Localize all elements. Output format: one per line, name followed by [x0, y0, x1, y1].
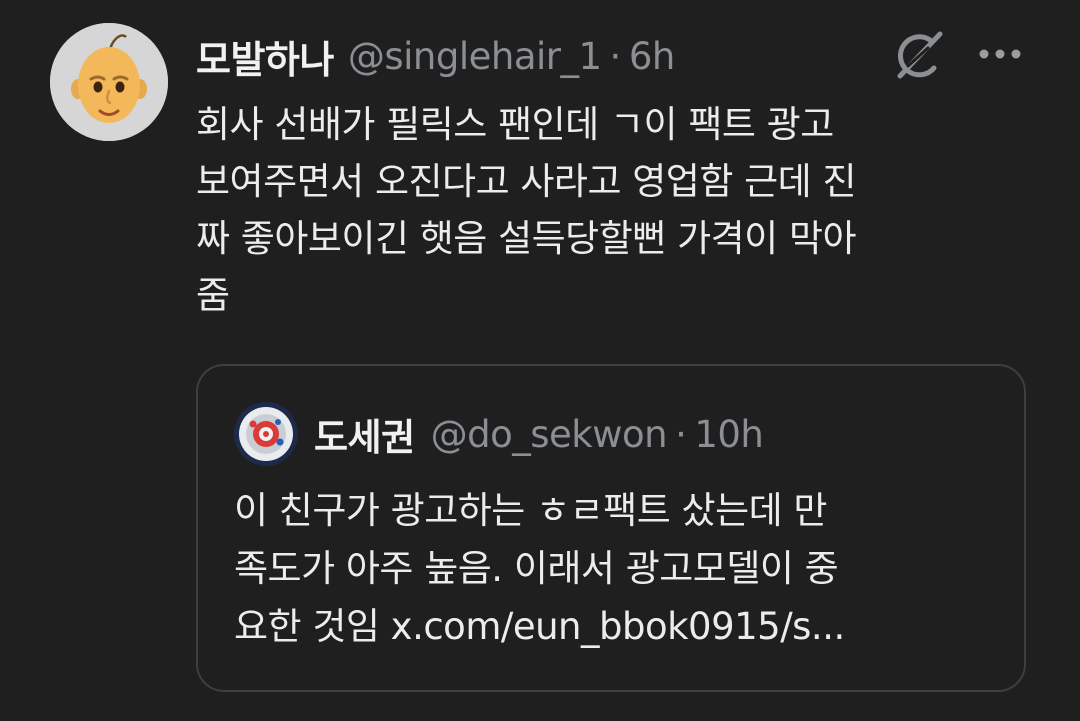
user-handle[interactable]: @singlehair_1 — [348, 35, 602, 78]
tweet-timestamp[interactable]: 6h — [629, 35, 676, 78]
quoted-tweet-timestamp[interactable]: 10h — [694, 413, 764, 456]
user-avatar[interactable] — [50, 23, 168, 141]
tweet-text-line: 회사 선배가 필릭스 팬인데 ㄱ이 팩트 광고 — [196, 103, 834, 146]
target-logo-icon — [234, 402, 298, 466]
separator-dot: · — [609, 34, 622, 78]
separator-dot: · — [675, 412, 687, 456]
quoted-display-name[interactable]: 도세권 — [314, 407, 415, 461]
tweet-body: 회사 선배가 필릭스 팬인데 ㄱ이 팩트 광고 보여주면서 오진다고 사라고 영… — [196, 96, 1056, 324]
quoted-tweet-body: 이 친구가 광고하는 ㅎㄹ팩트 샀는데 만 족도가 아주 높음. 이래서 광고모… — [234, 482, 1014, 656]
quoted-text-line: 요한 것임 x.com/eun_bbok0915/s... — [234, 605, 845, 648]
tweet-text-line: 짜 좋아보이긴 햇음 설득당할뻔 가격이 막아 — [196, 217, 857, 260]
memoji-face-icon — [50, 23, 168, 141]
tweet-text-line: 보여주면서 오진다고 사라고 영업함 근데 진 — [196, 160, 857, 203]
quoted-user-avatar[interactable] — [234, 402, 298, 466]
tweet-view: 모발하나 @singlehair_1 · 6h 회사 선배가 필릭스 팬인데 ㄱ… — [0, 0, 1080, 721]
grok-icon[interactable] — [890, 26, 948, 84]
tweet-header: 모발하나 @singlehair_1 · 6h — [196, 28, 675, 84]
quoted-user-handle[interactable]: @do_sekwon — [431, 413, 668, 456]
display-name[interactable]: 모발하나 — [196, 29, 334, 84]
quoted-tweet-header: 도세권 @do_sekwon · 10h — [314, 406, 764, 462]
quoted-text-line: 이 친구가 광고하는 ㅎㄹ팩트 샀는데 만 — [234, 489, 827, 532]
tweet-text-line: 줌 — [196, 274, 230, 317]
quoted-text-line: 족도가 아주 높음. 이래서 광고모델이 중 — [234, 547, 839, 590]
more-options-icon[interactable] — [976, 40, 1024, 68]
quoted-tweet-card[interactable]: 도세권 @do_sekwon · 10h 이 친구가 광고하는 ㅎㄹ팩트 샀는데… — [196, 364, 1026, 692]
